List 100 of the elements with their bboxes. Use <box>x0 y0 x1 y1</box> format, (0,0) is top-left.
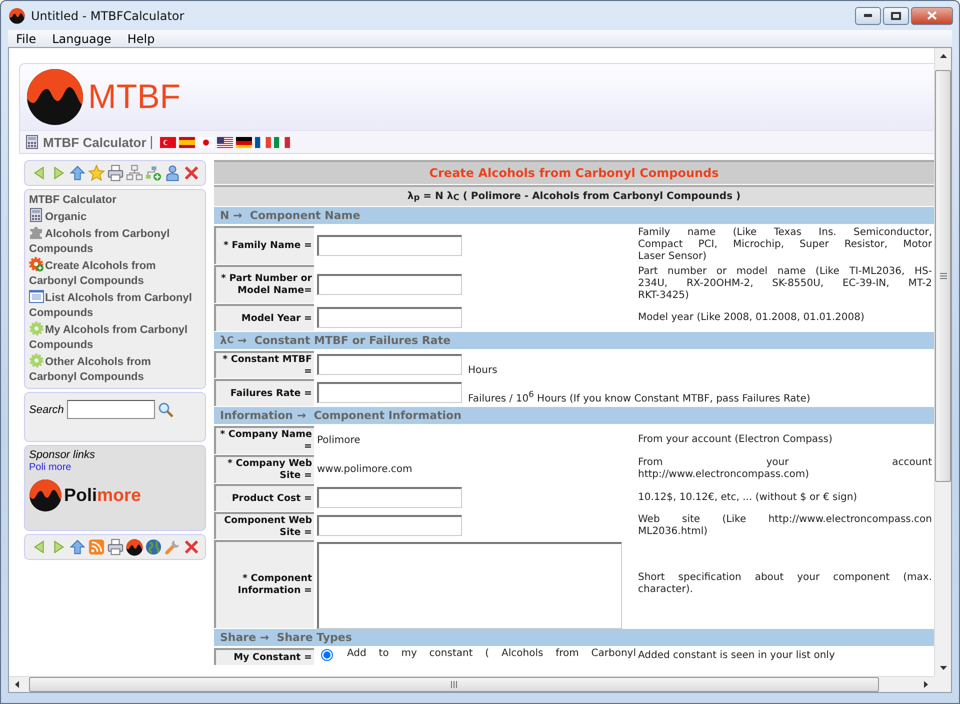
tree-item[interactable]: Alcohols from Carbonyl Compounds <box>29 225 201 257</box>
app-icon <box>9 8 25 24</box>
up-arrow-button[interactable] <box>69 164 86 182</box>
user-icon <box>164 164 181 182</box>
menu-item[interactable]: Help <box>119 32 163 46</box>
gear-icon <box>29 353 44 368</box>
add-node-button[interactable] <box>145 164 162 182</box>
field-description: Web site (Like http://www.electroncompass.con <box>638 514 932 526</box>
field-label: * Constant MTBF = <box>214 351 314 378</box>
field-label: * Component Information = <box>214 540 314 628</box>
field-label: * Company Web Site = <box>214 455 314 483</box>
puzzle-icon <box>29 225 44 240</box>
close-button[interactable] <box>183 538 200 556</box>
maximize-button[interactable] <box>883 6 909 24</box>
printer-button[interactable] <box>107 538 124 556</box>
calculator-icon <box>25 134 40 150</box>
input-field[interactable] <box>317 515 462 536</box>
menu-item[interactable]: File <box>8 32 44 46</box>
close-icon <box>183 164 200 182</box>
grip-icon <box>940 273 946 279</box>
printer-icon <box>107 164 124 182</box>
scrollbar-thumb[interactable] <box>935 70 951 482</box>
logo-icon <box>126 538 143 556</box>
search-icon[interactable] <box>158 402 174 418</box>
close-icon <box>183 538 200 556</box>
tree-item[interactable]: List Alcohols from Carbonyl Compounds <box>29 289 201 321</box>
gear-icon <box>29 321 44 336</box>
section-heading: N → Component Name <box>214 207 934 225</box>
input-field[interactable] <box>317 307 462 328</box>
input-field[interactable] <box>317 354 462 375</box>
logo-button[interactable] <box>126 538 143 556</box>
maximize-icon <box>891 12 901 20</box>
field-label: My Constant = <box>214 648 314 665</box>
globe-icon <box>145 538 162 556</box>
field-description: 234U, RX-20OHM-2, SK-8550U, EC-39-IN, MT-2 <box>638 278 932 290</box>
unit-text: Failures / 10$^{6}$ Hours (If you know Constant MTBF, pass Failures Rate) <box>468 388 810 404</box>
flag-icon[interactable] <box>216 136 233 148</box>
close-button[interactable] <box>183 164 200 182</box>
radio-label: Add to my constant ( Alcohols from Carbonyl <box>347 648 636 659</box>
rss-icon <box>88 538 105 556</box>
tree-item[interactable]: Other Alcohols from Carbonyl Compounds <box>29 353 201 385</box>
section-heading: Share → Share Types <box>214 629 934 647</box>
app-label[interactable]: MTBF Calculator <box>43 134 146 150</box>
right-caret-icon <box>924 681 928 688</box>
field-description: Laser Sensor) <box>638 251 708 263</box>
user-button[interactable] <box>164 164 181 182</box>
tree-item[interactable]: Organic <box>29 208 201 225</box>
window-title: Untitled - MTBFCalculator <box>31 8 186 22</box>
field-description: Part number or model name (Like TI-ML2036, HS- <box>638 266 932 278</box>
down-caret-icon <box>940 666 946 670</box>
input-field[interactable] <box>317 274 462 294</box>
up-caret-icon <box>940 54 946 58</box>
star-icon <box>88 164 105 182</box>
add-node-icon <box>145 164 162 182</box>
flag-icon[interactable] <box>254 136 271 148</box>
radio-button[interactable] <box>321 649 333 661</box>
globe-button[interactable] <box>145 538 162 556</box>
field-label: * Company Name = <box>214 426 314 454</box>
field-description: Model year (Like 2008, 01.2008, 01.01.2008) <box>638 312 866 324</box>
tree-item[interactable]: My Alcohols from Carbonyl Compounds <box>29 321 201 353</box>
close-icon <box>927 11 937 20</box>
field-value: www.polimore.com <box>317 464 412 474</box>
field-description: Family name (Like Texas Ins. Semiconductor, <box>638 227 932 239</box>
rss-button[interactable] <box>88 538 105 556</box>
printer-button[interactable] <box>107 164 124 182</box>
input-field[interactable] <box>317 234 462 256</box>
section-heading: Information → Component Information <box>214 407 934 425</box>
field-description: http://www.electroncompass.com) <box>638 469 810 481</box>
field-label: * Family Name = <box>214 226 314 264</box>
separator-text: | <box>149 134 154 150</box>
tree-item[interactable]: Create Alcohols from Carbonyl Compounds <box>29 257 201 289</box>
field-label: Component Web Site = <box>214 512 314 539</box>
input-field[interactable] <box>317 382 462 403</box>
unit-text: Hours <box>468 365 498 376</box>
sponsor-title: Sponsor links <box>29 449 96 461</box>
up-arrow-icon <box>69 164 86 182</box>
vertical-scrollbar[interactable] <box>934 48 951 676</box>
field-description: character). <box>638 584 694 596</box>
sitemap-button[interactable] <box>126 164 143 182</box>
menu-item[interactable]: Language <box>44 32 120 46</box>
left-caret-icon <box>15 681 19 688</box>
field-description: RKT-3425) <box>638 290 690 302</box>
close-window-button[interactable] <box>911 6 953 24</box>
printer-icon <box>107 538 124 556</box>
minimize-button[interactable] <box>855 6 881 24</box>
up-arrow-icon <box>69 538 86 556</box>
text-area[interactable] <box>317 542 622 629</box>
up-arrow-button[interactable] <box>69 538 86 556</box>
field-description: Added constant is seen in your list only <box>638 650 836 662</box>
search-field[interactable] <box>66 400 155 419</box>
sponsor-logo-text: Polimore <box>64 485 142 506</box>
search-label: Search <box>29 404 64 416</box>
input-field[interactable] <box>317 487 462 508</box>
sponsor-link[interactable]: Poli more <box>29 462 201 473</box>
flag-icon[interactable] <box>236 136 252 148</box>
tree-title: MTBF Calculator <box>29 193 118 208</box>
form-title: Create Alcohols from Carbonyl Compounds <box>214 160 934 184</box>
star-button[interactable] <box>88 164 105 182</box>
field-description: Short specification about your component (max. <box>638 572 932 584</box>
logo-text: MTBF <box>88 78 181 116</box>
